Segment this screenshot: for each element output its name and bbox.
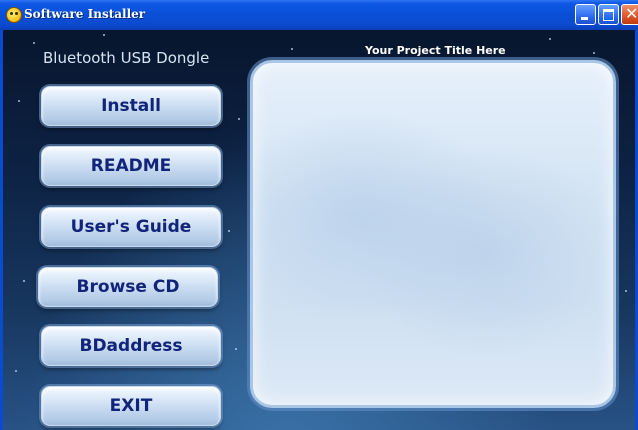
window-title: Software Installer [24,7,146,21]
exit-button[interactable]: EXIT [41,386,221,426]
readme-button[interactable]: README [41,146,221,186]
installer-window: Software Installer ✕ Bluetooth USB Dongl… [0,0,638,430]
project-title: Your Project Title Here [365,44,506,57]
title-bar[interactable]: Software Installer ✕ [0,0,638,30]
star-decoration [228,230,230,232]
star-decoration [238,118,240,120]
browse-cd-button-label: Browse CD [76,277,180,297]
star-decoration [549,38,551,40]
content-panel [250,60,616,408]
star-decoration [625,290,627,292]
bdaddress-button[interactable]: BDaddress [41,326,221,366]
star-decoration [593,52,595,54]
browse-cd-button[interactable]: Browse CD [38,267,218,307]
star-decoration [291,48,293,50]
installer-background: Bluetooth USB Dongle Your Project Title … [3,30,635,430]
bdaddress-button-label: BDaddress [79,336,183,356]
product-name: Bluetooth USB Dongle [43,49,210,67]
install-button-label: Install [101,96,161,116]
install-button[interactable]: Install [41,86,221,126]
users-guide-button[interactable]: User's Guide [41,207,221,247]
readme-button-label: README [90,156,172,176]
close-button[interactable]: ✕ [621,4,638,25]
star-decoration [103,34,105,36]
star-decoration [18,100,20,102]
star-decoration [15,370,17,372]
star-decoration [235,348,237,350]
close-icon: ✕ [625,4,638,23]
maximize-button[interactable] [598,4,619,25]
star-decoration [33,42,35,44]
star-decoration [23,280,25,282]
smiley-icon[interactable] [6,7,22,23]
exit-button-label: EXIT [109,396,153,416]
users-guide-button-label: User's Guide [70,217,192,237]
minimize-button[interactable] [575,4,596,25]
